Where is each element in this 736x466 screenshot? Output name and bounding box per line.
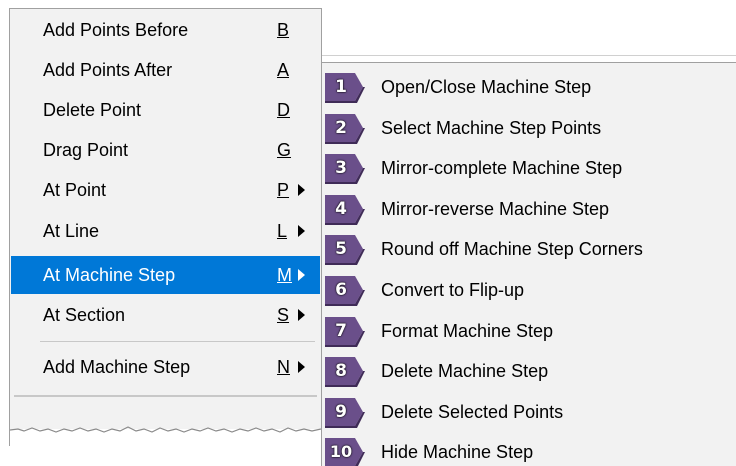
submenu-item-number: 7 xyxy=(335,320,347,341)
menu-item-at-section[interactable]: At Section S xyxy=(11,296,320,334)
menu-item-shortcut: A xyxy=(277,60,290,80)
submenu-item-label: Mirror-reverse Machine Step xyxy=(381,198,610,219)
submenu-item-number: 9 xyxy=(335,401,347,422)
menu-item-delete-point[interactable]: Delete Point D xyxy=(11,91,320,129)
menu-item-at-machine-step[interactable]: At Machine Step M xyxy=(11,256,320,294)
submenu-item-number: 5 xyxy=(335,239,347,260)
torn-edge-line xyxy=(10,426,321,433)
menu-item-label: At Line xyxy=(43,221,100,241)
menu-separator xyxy=(40,341,315,342)
menu-item-drag-point[interactable]: Drag Point G xyxy=(11,131,320,169)
submenu-item[interactable]: 6 Convert to Flip-up xyxy=(322,270,736,310)
submenu-item-number: 4 xyxy=(335,198,347,219)
menu-item-label: Add Points Before xyxy=(43,20,189,40)
menu-item-shortcut: L xyxy=(277,221,288,241)
submenu-item[interactable]: 4 Mirror-reverse Machine Step xyxy=(322,189,736,229)
submenu-item[interactable]: 1 Open/Close Machine Step xyxy=(322,67,736,107)
submenu-item-number: 1 xyxy=(335,77,347,97)
menu-item-shortcut: M xyxy=(277,265,292,285)
submenu-item-label: Mirror-complete Machine Step xyxy=(381,158,623,179)
menu-item-label: Add Machine Step xyxy=(43,357,191,377)
menu-item-add-machine-step[interactable]: Add Machine Step N xyxy=(11,348,320,386)
submenu-item-number: 10 xyxy=(329,442,353,462)
submenu-item-label: Format Machine Step xyxy=(381,320,554,341)
menu-item-label: Delete Point xyxy=(43,100,142,120)
submenu-item[interactable]: 3 Mirror-complete Machine Step xyxy=(322,148,736,188)
menu-item-label: Drag Point xyxy=(43,140,129,160)
submenu-item-label: Round off Machine Step Corners xyxy=(381,239,643,260)
menu-item-at-point[interactable]: At Point P xyxy=(11,171,320,209)
menu-item-add-points-before[interactable]: Add Points Before B xyxy=(11,11,320,49)
submenu-item-number: 2 xyxy=(335,117,347,138)
screen: Add Points Before B Add Points After A D… xyxy=(0,0,736,466)
torn-edge xyxy=(10,426,321,449)
submenu-item-label: Delete Machine Step xyxy=(381,361,549,382)
menu-item-at-line[interactable]: At Line L xyxy=(11,212,320,250)
menu-item-shortcut: D xyxy=(277,100,290,120)
submenu-item-label: Hide Machine Step xyxy=(381,442,534,463)
menu-item-shortcut: P xyxy=(277,180,290,200)
submenu-item[interactable]: 7 Format Machine Step xyxy=(322,311,736,351)
submenu-machine-step: 1 Open/Close Machine Step 2 Select Machine … xyxy=(321,62,736,466)
submenu-item[interactable]: 9 Delete Selected Points xyxy=(322,392,736,432)
context-menu: Add Points Before B Add Points After A D… xyxy=(9,8,322,449)
menu-item-shortcut: B xyxy=(277,20,290,40)
submenu-arrow-icon xyxy=(298,269,305,281)
submenu-item-label: Convert to Flip-up xyxy=(381,280,525,300)
menu-item-add-points-after[interactable]: Add Points After A xyxy=(11,51,320,89)
menu-item-label: At Section xyxy=(43,305,126,325)
menu-item-label: At Point xyxy=(43,180,107,200)
background-line xyxy=(322,55,736,56)
menu-item-shortcut: S xyxy=(277,305,290,325)
submenu-item-label: Delete Selected Points xyxy=(381,401,564,422)
submenu-arrow-icon xyxy=(298,361,305,373)
menu-item-label: At Machine Step xyxy=(43,265,176,285)
menu-item-shortcut: G xyxy=(277,140,292,160)
menu-item-label: Add Points After xyxy=(43,60,173,80)
submenu-arrow-icon xyxy=(298,309,305,321)
submenu-arrow-icon xyxy=(298,225,305,237)
submenu-item[interactable]: 10 Hide Machine Step xyxy=(322,432,736,466)
menu-item-shortcut: N xyxy=(277,357,290,377)
submenu-item-number: 3 xyxy=(335,158,347,179)
submenu-arrow-icon xyxy=(298,184,305,196)
submenu-item-number: 8 xyxy=(335,361,347,382)
submenu-item-label: Select Machine Step Points xyxy=(381,117,602,138)
menu-separator xyxy=(14,395,317,397)
submenu-item[interactable]: 5 Round off Machine Step Corners xyxy=(322,229,736,269)
submenu-item-label: Open/Close Machine Step xyxy=(381,77,592,97)
submenu-item[interactable]: 8 Delete Machine Step xyxy=(322,351,736,391)
submenu-item[interactable]: 2 Select Machine Step Points xyxy=(322,108,736,148)
submenu-item-number: 6 xyxy=(335,280,347,300)
